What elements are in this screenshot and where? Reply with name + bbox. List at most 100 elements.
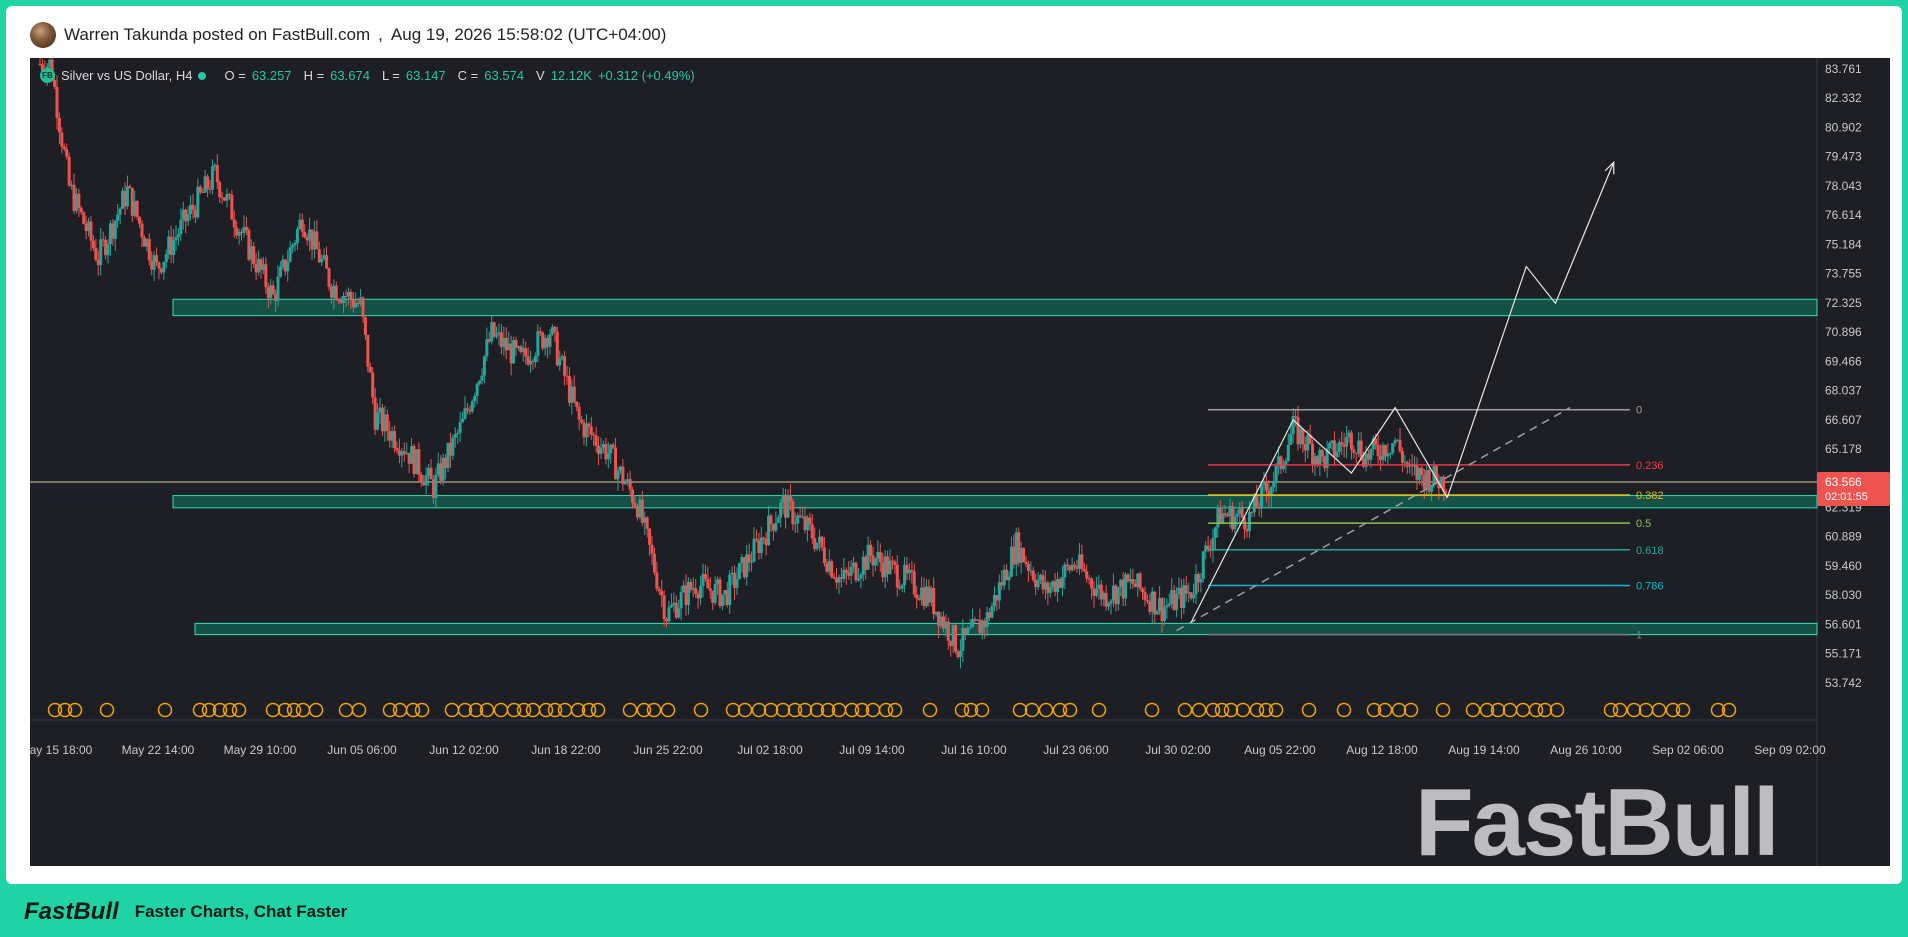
candle-body	[1085, 571, 1089, 579]
candle-body	[291, 245, 295, 248]
candle-body	[456, 432, 460, 435]
candle-body	[720, 594, 724, 606]
candle-body	[429, 467, 433, 480]
volume-label: V	[536, 68, 545, 83]
y-tick-label: 70.896	[1825, 325, 1862, 339]
candle-body	[1291, 415, 1295, 435]
y-tick-label: 60.889	[1825, 530, 1862, 544]
candle-body	[293, 242, 297, 246]
candle-body	[667, 607, 671, 622]
candle-body	[628, 479, 632, 490]
footer-brand-logo[interactable]: FastBull	[24, 898, 119, 926]
candle-body	[752, 538, 756, 562]
fib-level-label: 0.382	[1636, 490, 1664, 502]
symbol-name[interactable]: Silver vs US Dollar, H4	[61, 68, 192, 83]
candle-body	[320, 258, 324, 263]
candle-body	[849, 566, 853, 576]
candle-body	[206, 176, 210, 189]
author-avatar[interactable]	[30, 22, 56, 48]
candle-body	[232, 219, 236, 228]
candle-body	[91, 240, 95, 248]
candle-body	[747, 554, 751, 563]
candle-body	[113, 220, 117, 239]
candle-body	[1060, 577, 1064, 588]
candle-body	[1094, 589, 1098, 596]
post-header: Warren Takunda posted on FastBull.com , …	[30, 22, 666, 48]
candle-body	[1223, 513, 1227, 515]
candle-body	[558, 358, 562, 366]
candle-body	[856, 578, 860, 581]
y-tick-label: 82.332	[1825, 91, 1862, 105]
candle-body	[395, 447, 399, 451]
candle-body	[888, 560, 892, 575]
candle-body	[434, 474, 438, 498]
candle-body	[1294, 415, 1298, 417]
candle-body	[1274, 465, 1278, 481]
candle-body	[703, 574, 707, 579]
candle-body	[650, 544, 654, 554]
candle-body	[1199, 578, 1203, 583]
price-chart[interactable]: 83.761 82.332 80.902 79.473 78.043 76.614 75.1…	[30, 58, 1890, 866]
candle-body	[735, 579, 739, 588]
candle-body	[1165, 605, 1169, 608]
candle-body	[1335, 451, 1339, 457]
x-tick-label: Aug 19 14:00	[1448, 743, 1520, 757]
candle-body	[1048, 587, 1052, 594]
candle-body	[368, 366, 372, 373]
candle-body	[1359, 440, 1363, 459]
candle-body	[495, 334, 499, 337]
candle-body	[361, 297, 365, 318]
candle-body	[1349, 432, 1353, 450]
candle-body	[286, 261, 290, 272]
candle-body	[655, 572, 659, 589]
candle-body	[754, 538, 758, 540]
low-label: L =	[381, 68, 400, 83]
candle-body	[473, 396, 477, 402]
candle-body	[155, 255, 159, 263]
candle-body	[808, 517, 812, 525]
open-label: O =	[224, 68, 246, 83]
candle-body	[244, 226, 248, 231]
candle-body	[1260, 484, 1264, 509]
y-tick-label: 56.601	[1825, 617, 1862, 631]
y-tick-label: 75.184	[1825, 237, 1862, 251]
candle-body	[393, 431, 397, 448]
candle-body	[660, 590, 664, 596]
candle-body	[366, 334, 370, 367]
candle-body	[776, 517, 780, 523]
candle-body	[1024, 561, 1028, 564]
candle-body	[1082, 568, 1086, 572]
market-status-icon	[198, 71, 207, 80]
candle-body	[179, 219, 183, 235]
x-tick-label: Jun 12 02:00	[429, 743, 499, 757]
x-tick-label: May 22 14:00	[122, 743, 195, 757]
candle-body	[89, 221, 93, 241]
candle-body	[932, 588, 936, 615]
y-tick-label: 53.742	[1825, 676, 1862, 690]
candle-body	[1143, 591, 1147, 601]
candle-body	[371, 372, 375, 398]
candle-body	[594, 435, 598, 446]
candle-body	[264, 264, 268, 288]
candle-body	[1065, 564, 1069, 567]
candle-body	[230, 194, 234, 220]
candle-body	[118, 208, 122, 215]
candle-body	[385, 414, 389, 432]
candle-body	[822, 547, 826, 564]
candle-body	[349, 291, 353, 300]
x-tick-label: Jun 18 22:00	[531, 743, 601, 757]
candle-body	[1090, 578, 1094, 589]
y-tick-label: 76.614	[1825, 208, 1862, 222]
candle-body	[791, 501, 795, 525]
post-author[interactable]: Warren Takunda posted on FastBull.com	[64, 25, 370, 45]
candle-body	[587, 423, 591, 427]
y-tick-label: 65.178	[1825, 442, 1862, 456]
candle-body	[1444, 491, 1448, 493]
candle-body	[1022, 548, 1026, 562]
candle-body	[1289, 434, 1293, 446]
candle-body	[65, 149, 69, 157]
candle-body	[1162, 607, 1166, 622]
support-resistance-zone	[194, 622, 1818, 636]
candle-body	[176, 234, 180, 238]
chart-canvas[interactable]: 83.761 82.332 80.902 79.473 78.043 76.614 75.1…	[30, 58, 1890, 866]
